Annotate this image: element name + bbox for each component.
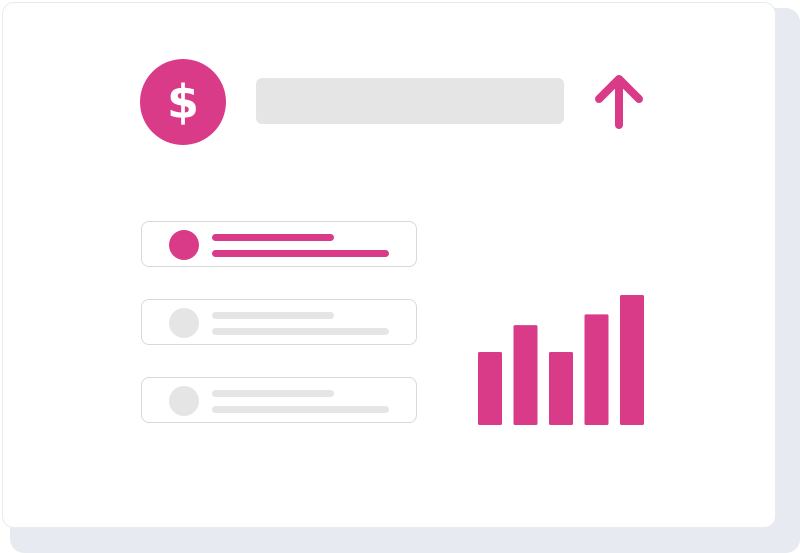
list-item-avatar [169, 386, 199, 416]
chart-bar [478, 351, 502, 425]
list-item-subtitle-line [212, 328, 389, 335]
bar-chart [478, 295, 644, 425]
list-item-title-line [212, 390, 334, 397]
title-placeholder-bar [256, 78, 564, 124]
chart-bar [620, 295, 644, 425]
list-item-avatar [169, 230, 199, 260]
list-item-subtitle-line [212, 250, 389, 257]
list-item[interactable] [141, 221, 417, 267]
dollar-badge: $ [140, 59, 226, 145]
illustration-card: $ [2, 2, 776, 528]
chart-bar [549, 351, 573, 425]
list-item[interactable] [141, 377, 417, 423]
list-item-title-line [212, 312, 334, 319]
list-item[interactable] [141, 299, 417, 345]
list-item-subtitle-line [212, 406, 389, 413]
list-item-avatar [169, 308, 199, 338]
chart-bar [584, 314, 609, 425]
dollar-icon: $ [166, 75, 199, 129]
chart-bar [513, 325, 538, 425]
list-item-title-line [212, 234, 334, 241]
arrow-up-icon [595, 75, 643, 129]
